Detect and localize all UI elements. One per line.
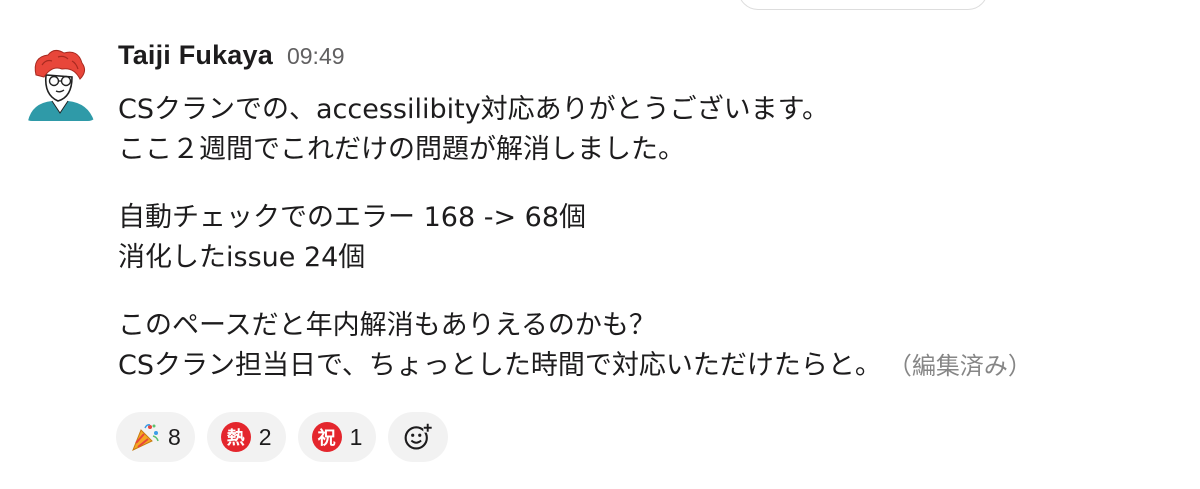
message-line-with-edited: CSクラン担当日で、ちょっとした時間で対応いただけたらと。 （編集済み）: [118, 346, 1178, 386]
timestamp[interactable]: 09:49: [287, 43, 345, 70]
floating-pill: [738, 0, 988, 10]
reaction-netsu[interactable]: 熱 2: [206, 412, 286, 462]
reaction-party-popper[interactable]: 8: [116, 412, 195, 462]
reaction-iwai[interactable]: 祝 1: [297, 412, 377, 462]
reactions-bar: 8 熱 2 祝 1: [116, 412, 460, 462]
message-line-text: CSクラン担当日で、ちょっとした時間で対応いただけたらと。: [118, 350, 882, 381]
author-name[interactable]: Taiji Fukaya: [118, 40, 273, 71]
avatar[interactable]: [22, 45, 98, 121]
message-line: ここ２週間でこれだけの問題が解消しました。: [118, 134, 685, 165]
add-reaction-button[interactable]: [388, 412, 449, 462]
message-line: 消化したissue 24個: [118, 242, 366, 273]
reaction-count: 2: [258, 423, 272, 450]
message-line: 自動チェックでのエラー 168 -> 68個: [118, 202, 587, 233]
reaction-count: 1: [349, 423, 363, 450]
reaction-count: 8: [168, 423, 181, 450]
message-line: このペースだと年内解消もありえるのかも？: [118, 310, 656, 341]
add-emoji-icon: [403, 422, 434, 452]
message-line: CSクランでの、accessilibity対応ありがとうございます。: [118, 94, 829, 125]
message-header: Taiji Fukaya 09:49: [118, 40, 345, 80]
kanji-badge-icon: 祝: [311, 422, 342, 452]
party-popper-icon: [130, 422, 160, 452]
kanji-badge-icon: 熱: [220, 422, 251, 452]
message-body: CSクランでの、accessilibity対応ありがとうございます。 ここ２週間…: [118, 90, 1178, 386]
edited-label: （編集済み）: [899, 352, 1032, 380]
